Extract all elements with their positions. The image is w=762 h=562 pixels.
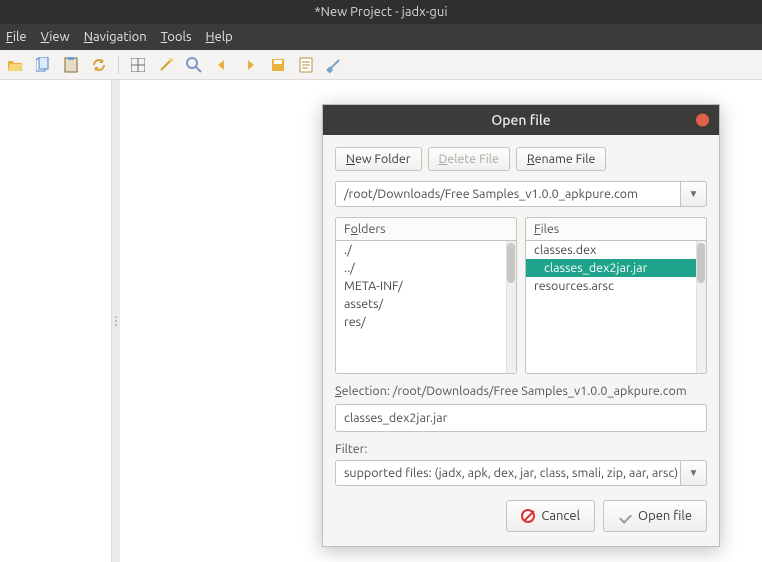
folders-list[interactable]: ./ ../ META-INF/ assets/ res/	[335, 240, 517, 374]
filter-dropdown-button[interactable]: ▼	[681, 460, 707, 486]
filter-label: Filter:	[335, 442, 707, 456]
save-icon[interactable]	[269, 56, 287, 74]
dialog-title: Open file	[491, 112, 550, 128]
menu-view[interactable]: View	[41, 30, 70, 44]
settings-icon[interactable]	[325, 56, 343, 74]
folder-row[interactable]: ./	[336, 241, 516, 259]
path-field[interactable]: /root/Downloads/Free Samples_v1.0.0_apkp…	[335, 181, 681, 207]
close-icon[interactable]	[696, 114, 709, 127]
cancel-button-label: Cancel	[541, 509, 580, 523]
folder-row[interactable]: ../	[336, 259, 516, 277]
back-icon[interactable]	[213, 56, 231, 74]
chevron-down-icon: ▼	[689, 467, 699, 479]
zoom-out-icon[interactable]	[185, 56, 203, 74]
file-row[interactable]: resources.arsc	[526, 277, 706, 295]
folder-row[interactable]: META-INF/	[336, 277, 516, 295]
open-file-button-label: Open file	[638, 509, 692, 523]
path-dropdown-button[interactable]: ▼	[681, 181, 707, 207]
rename-file-button[interactable]: Rename File	[516, 147, 607, 171]
chevron-down-icon: ▼	[689, 188, 699, 200]
menubar: File View Navigation Tools Help	[0, 24, 762, 50]
files-header: Files	[525, 217, 707, 240]
open-file-button[interactable]: Open file	[603, 500, 707, 532]
dialog-titlebar[interactable]: Open file	[323, 105, 719, 135]
filter-field[interactable]: supported files: (jadx, apk, dex, jar, c…	[335, 460, 681, 486]
forward-icon[interactable]	[241, 56, 259, 74]
delete-file-button: Delete File	[428, 147, 510, 171]
selection-path: /root/Downloads/Free Samples_v1.0.0_apkp…	[393, 384, 687, 398]
scrollbar-thumb[interactable]	[697, 243, 705, 283]
menu-file[interactable]: File	[6, 30, 27, 44]
window-titlebar: *New Project - jadx-gui	[0, 0, 762, 24]
project-tree-pane[interactable]	[0, 80, 112, 562]
folder-row[interactable]: assets/	[336, 295, 516, 313]
menu-navigation[interactable]: Navigation	[84, 30, 147, 44]
sync-icon[interactable]	[90, 56, 108, 74]
folders-header: Folders	[335, 217, 517, 240]
cancel-button[interactable]: Cancel	[506, 500, 595, 532]
new-folder-button[interactable]: New Folder	[335, 147, 422, 171]
cancel-icon	[521, 509, 535, 523]
open-file-dialog: Open file New Folder Delete File Rename …	[322, 104, 720, 547]
grid-icon[interactable]	[129, 56, 147, 74]
folder-open-icon[interactable]	[6, 56, 24, 74]
menu-help[interactable]: Help	[206, 30, 233, 44]
files-list[interactable]: classes.dex classes_dex2jar.jar resource…	[525, 240, 707, 374]
scrollbar[interactable]	[696, 241, 706, 373]
wand-icon[interactable]	[157, 56, 175, 74]
toolbar	[0, 50, 762, 80]
window-title: *New Project - jadx-gui	[314, 5, 447, 19]
log-icon[interactable]	[297, 56, 315, 74]
selection-label: Selection: /root/Downloads/Free Samples_…	[335, 384, 707, 398]
scrollbar[interactable]	[506, 241, 516, 373]
file-row[interactable]: classes.dex	[526, 241, 706, 259]
selection-input[interactable]: classes_dex2jar.jar	[335, 404, 707, 432]
scrollbar-thumb[interactable]	[507, 243, 515, 283]
folder-row[interactable]: res/	[336, 313, 516, 331]
menu-tools[interactable]: Tools	[161, 30, 192, 44]
check-icon	[618, 509, 632, 523]
copy-icon[interactable]	[34, 56, 52, 74]
splitter-handle[interactable]	[112, 80, 120, 562]
toolbar-separator	[118, 56, 119, 74]
file-row[interactable]: classes_dex2jar.jar	[526, 259, 706, 277]
paste-icon[interactable]	[62, 56, 80, 74]
